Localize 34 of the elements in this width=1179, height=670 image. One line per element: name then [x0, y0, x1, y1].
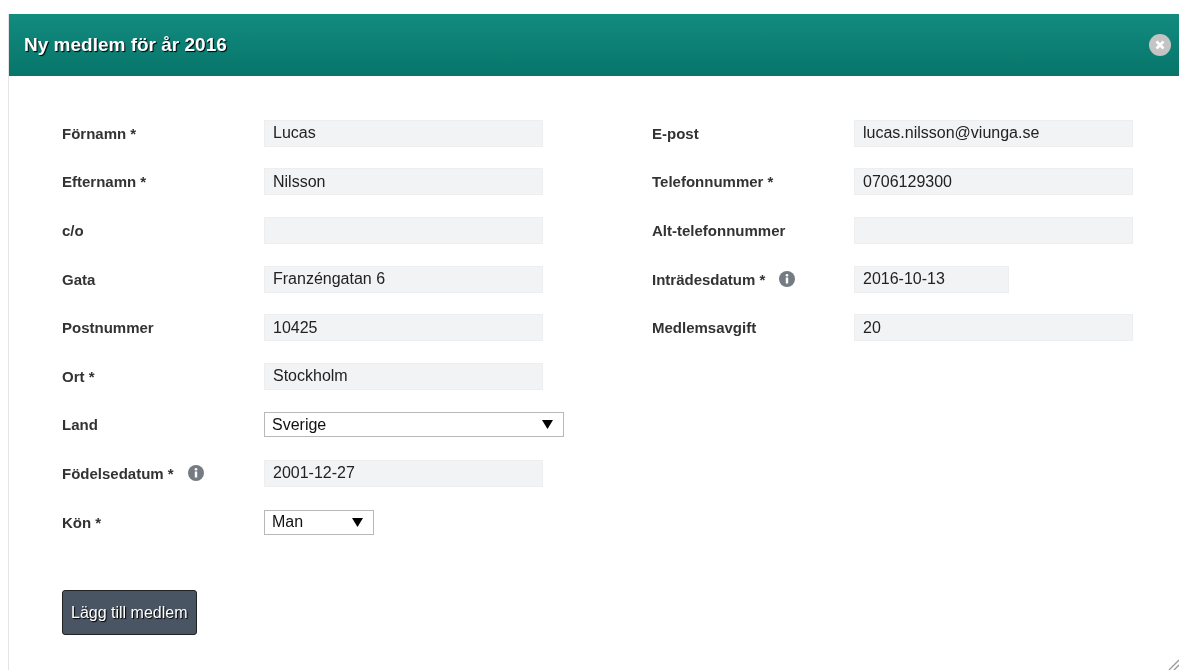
field-label: Gata: [62, 270, 96, 288]
input-field[interactable]: 20: [854, 314, 1133, 342]
info-icon[interactable]: [187, 465, 204, 482]
input-field[interactable]: 2001-12-27: [264, 459, 543, 487]
field-label: Inträdesdatum *: [652, 270, 766, 288]
field-label: Postnummer: [62, 319, 154, 337]
field-label: Efternamn *: [62, 173, 147, 191]
field-label: Ort *: [62, 367, 95, 385]
info-icon[interactable]: [779, 271, 796, 288]
caret-icon: [352, 517, 363, 527]
field-label: E-post: [652, 124, 699, 142]
dialog-title: Ny medlem för år 2016: [24, 34, 227, 56]
dropdown[interactable]: Man: [264, 509, 374, 535]
caret-icon: [542, 420, 553, 430]
dropdown[interactable]: Sverige: [264, 412, 564, 438]
input-field[interactable]: Nilsson: [264, 168, 543, 196]
field-label: Telefonnummer *: [652, 173, 774, 191]
add-member-button[interactable]: Lägg till medlem: [62, 590, 197, 636]
input-field[interactable]: Stockholm: [264, 362, 543, 390]
field-label: Medlemsavgift: [652, 319, 757, 337]
input-field[interactable]: lucas.nilsson@viunga.se: [854, 119, 1133, 147]
input-field[interactable]: 0706129300: [854, 168, 1133, 196]
input-field[interactable]: Lucas: [264, 119, 543, 147]
input-field[interactable]: 10425: [264, 314, 543, 342]
input-field[interactable]: 2016-10-13: [854, 265, 1009, 293]
field-label: Förnamn *: [62, 124, 137, 142]
field-label: Alt-telefonnummer: [652, 222, 786, 239]
resize-grip-icon[interactable]: [1167, 658, 1179, 670]
field-label: Födelsedatum *: [62, 464, 174, 482]
close-icon[interactable]: [1149, 34, 1171, 56]
field-label: c/o: [62, 222, 84, 239]
input-field[interactable]: Franzéngatan 6: [264, 265, 543, 293]
field-label: Kön *: [62, 513, 102, 531]
field-label: Land: [62, 416, 98, 434]
